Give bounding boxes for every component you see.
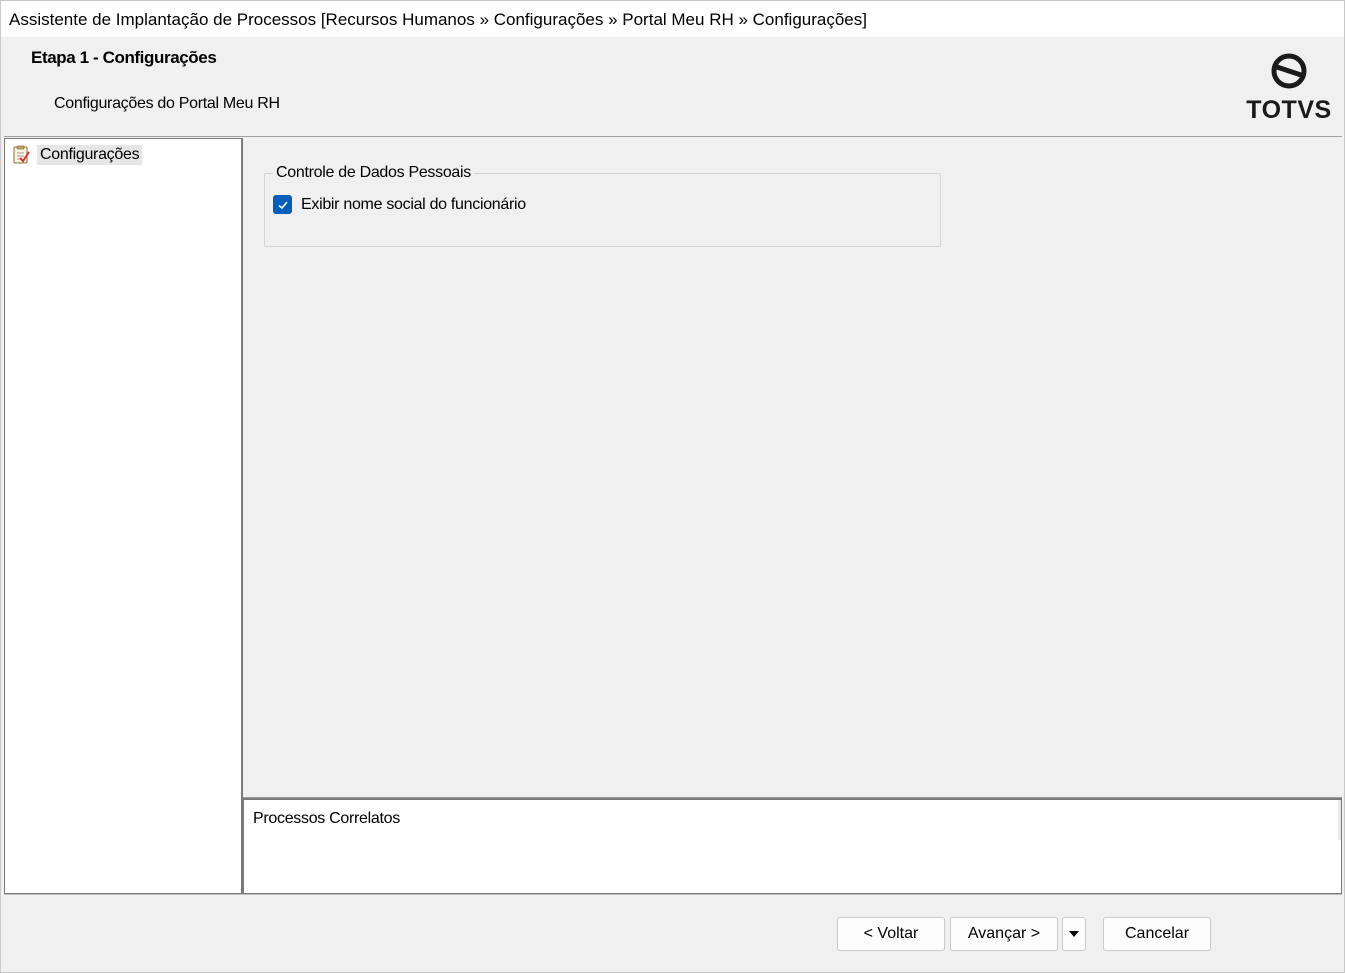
next-button[interactable]: Avançar > <box>950 917 1058 951</box>
tree-item-configuracoes[interactable]: Configurações <box>11 144 143 166</box>
step-subtitle: Configurações do Portal Meu RH <box>54 95 280 112</box>
social-name-checkbox-row[interactable]: Exibir nome social do funcionário <box>273 195 526 214</box>
window-title: Assistente de Implantação de Processos [… <box>9 10 867 29</box>
logo-text: TOTVS <box>1246 96 1332 124</box>
next-options-button[interactable] <box>1062 917 1086 951</box>
wizard-header: Etapa 1 - Configurações Configurações do… <box>4 38 1342 137</box>
cancel-button[interactable]: Cancelar <box>1103 917 1211 951</box>
back-button[interactable]: < Voltar <box>837 917 945 951</box>
related-processes-scrollbar[interactable] <box>1338 800 1341 840</box>
related-processes-label: Processos Correlatos <box>253 810 400 827</box>
wizard-footer: < Voltar Avançar > Cancelar <box>4 894 1342 969</box>
main-panel: Controle de Dados Pessoais Exibir nome s… <box>243 138 1342 798</box>
totvs-logo: TOTVS <box>1244 52 1334 132</box>
step-title: Etapa 1 - Configurações <box>31 48 217 67</box>
social-name-checkbox[interactable] <box>273 195 292 214</box>
tree-item-label: Configurações <box>37 145 143 165</box>
related-processes-panel: Processos Correlatos <box>243 798 1342 894</box>
totvs-logo-icon <box>1271 53 1307 89</box>
wizard-window: Assistente de Implantação de Processos [… <box>0 0 1345 973</box>
group-legend: Controle de Dados Pessoais <box>273 164 474 182</box>
title-bar[interactable]: Assistente de Implantação de Processos [… <box>1 1 1344 37</box>
caret-down-icon <box>1069 931 1079 937</box>
social-name-checkbox-label[interactable]: Exibir nome social do funcionário <box>301 196 526 214</box>
step-tree: Configurações <box>4 138 243 894</box>
personal-data-group: Controle de Dados Pessoais Exibir nome s… <box>264 164 941 247</box>
checklist-icon <box>13 145 30 164</box>
checkmark-icon <box>277 200 288 209</box>
